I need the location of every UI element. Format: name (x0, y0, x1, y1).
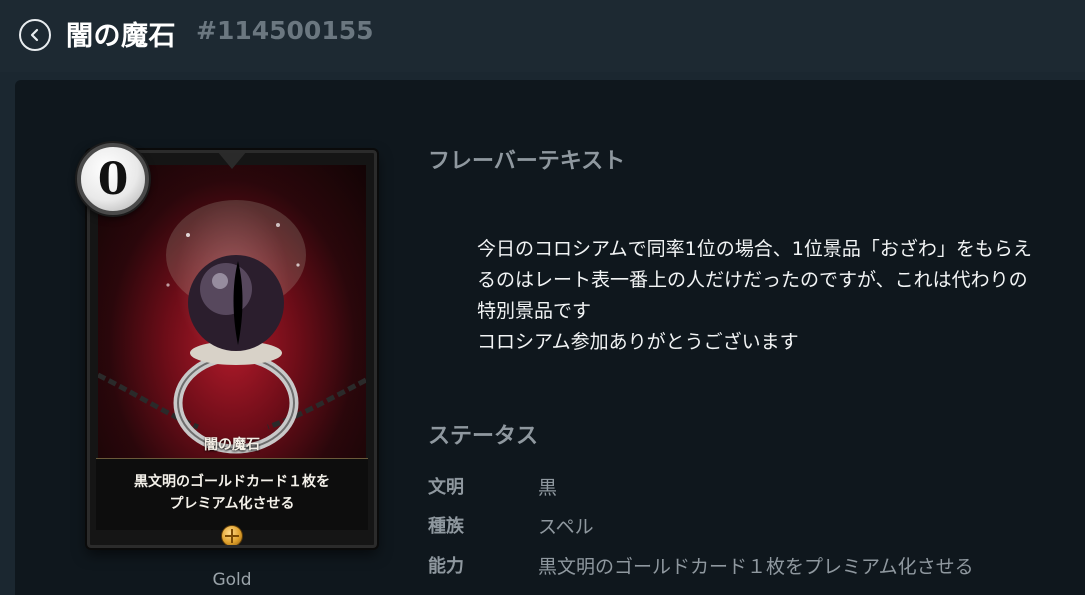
rarity-gem-icon (221, 525, 243, 545)
flavor-text: 今日のコロシアムで同率1位の場合、1位景品「おざわ」をもらえ るのはレート表一番… (477, 238, 1032, 353)
status-key: 種族 (428, 516, 464, 537)
card-id: #114500155 (196, 16, 374, 45)
status-heading: ステータス (428, 424, 539, 449)
back-button[interactable] (19, 19, 51, 51)
status-value: スペル (538, 516, 594, 538)
card-name: 闇の魔石 (204, 437, 260, 453)
status-row-race: 種族 スペル (428, 512, 1068, 542)
cost-badge: 0 (77, 143, 149, 215)
chevron-left-icon (30, 28, 39, 42)
card-ability-text: 黒文明のゴールドカード１枚を プレミアム化させる (96, 458, 368, 530)
page-title: 闇の魔石 (66, 21, 176, 52)
header-bar: 闇の魔石 #114500155 (0, 0, 1085, 72)
status-key: 能力 (428, 556, 464, 577)
dark-orb-ring-illustration (96, 200, 368, 454)
status-value: 黒文明のゴールドカード１枚をプレミアム化させる (538, 556, 974, 578)
flavor-heading: フレーバーテキスト (428, 149, 626, 174)
status-key: 文明 (428, 477, 464, 498)
rarity-label: Gold (212, 570, 252, 590)
status-row-ability: 能力 黒文明のゴールドカード１枚をプレミアム化させる (428, 552, 1068, 582)
card-text-line-2: プレミアム化させる (169, 496, 295, 512)
status-row-civilization: 文明 黒 (428, 473, 1068, 503)
card-text-line-1: 黒文明のゴールドカード１枚を (134, 474, 330, 490)
status-value: 黒 (538, 477, 558, 499)
card-artwork (96, 165, 368, 465)
